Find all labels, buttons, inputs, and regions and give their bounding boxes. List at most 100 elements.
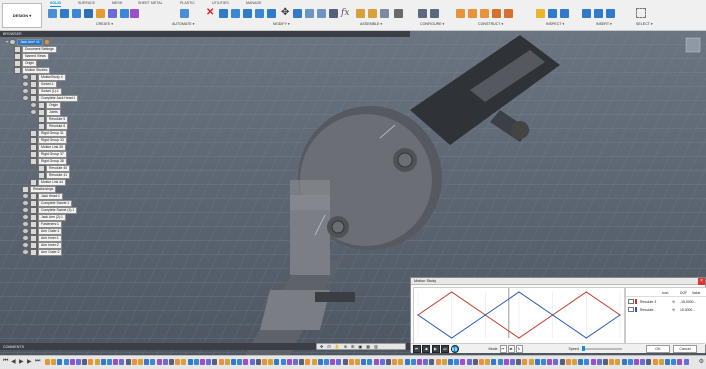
timeline-feature-icon[interactable] [603,359,608,365]
tree-node[interactable]: Rigid Group 37 [30,150,67,158]
timeline-feature-icon[interactable] [330,359,336,365]
expand-arrow-icon[interactable] [6,41,8,44]
timeline-feature-icon[interactable] [479,359,484,365]
timeline-feature-icon[interactable] [572,359,577,365]
insert-svg-icon[interactable] [606,9,615,18]
tab-solid[interactable]: SOLID [50,0,61,7]
timeline-feature-icon[interactable] [454,359,460,365]
timeline-feature-icon[interactable] [404,359,410,365]
timeline-feature-icon[interactable] [528,359,534,365]
mode-loop-button[interactable]: ↻ [515,344,523,353]
timeline-feature-icon[interactable] [547,359,553,365]
timeline-feature-icon[interactable] [51,359,57,365]
timeline-feature-icon[interactable] [423,359,429,365]
configure-table-icon[interactable] [418,9,427,18]
timeline-feature-icon[interactable] [175,359,181,365]
group-insert[interactable]: INSERT ▾ [596,22,612,28]
timeline-feature-icon[interactable] [379,359,385,365]
assemble-icon[interactable] [380,9,389,18]
zoom-icon[interactable]: ⊕ [344,344,347,349]
mode-repeat-button[interactable]: ⇄ [507,344,515,353]
browser-header[interactable]: BROWSER [0,31,410,37]
timeline-feature-icon[interactable] [342,359,348,365]
tree-node[interactable]: Swivel (1):1 [22,87,62,95]
timeline-end-icon[interactable]: ⏭ [35,358,40,365]
timeline-feature-icon[interactable] [448,359,453,365]
chamfer-icon[interactable] [243,9,252,18]
tree-node[interactable]: Arm Inner:1 [22,234,62,242]
timeline-feature-icon[interactable] [131,359,137,365]
timeline-feature-icon[interactable] [410,359,416,365]
select-icon[interactable] [636,8,646,18]
timeline-feature-icon[interactable] [193,359,199,365]
timeline-feature-icon[interactable] [100,359,106,365]
joint-icon[interactable] [356,9,365,18]
visibility-icon[interactable] [22,88,29,95]
tree-node[interactable]: Complete Swivel (1):1 [22,206,78,214]
timeline-feature-icon[interactable] [69,359,75,365]
timeline-feature-icon[interactable] [243,359,249,365]
orbit-icon[interactable]: ✥ [320,344,323,349]
timeline-feature-icon[interactable] [336,359,342,365]
timeline-feature-icon[interactable] [516,359,522,365]
tree-node[interactable]: Motion Link 44 [30,178,67,186]
timeline-feature-icon[interactable] [57,359,63,365]
timeline-feature-icon[interactable] [249,359,255,365]
tree-node[interactable]: Motion Link 35 [30,143,67,151]
tree-node[interactable]: Fasteners:1 [22,220,62,228]
timeline-feature-icon[interactable] [658,359,664,365]
split-icon[interactable] [305,9,314,18]
timeline-feature-icon[interactable] [491,359,497,365]
timeline-feature-icon[interactable] [45,359,50,365]
visibility-icon[interactable] [22,221,29,228]
timeline-feature-icon[interactable] [293,359,298,365]
timeline-feature-icon[interactable] [497,359,503,365]
interference-icon[interactable] [548,9,557,18]
visibility-icon[interactable] [22,193,29,200]
visibility-icon[interactable] [30,109,37,116]
press-pull-icon[interactable] [219,9,228,18]
fillet-icon[interactable] [231,9,240,18]
timeline-feature-icon[interactable] [82,359,88,365]
visibility-icon[interactable] [22,235,29,242]
timeline-feature-icon[interactable] [94,359,100,365]
tree-node[interactable]: Relationships [22,185,57,193]
tree-node[interactable]: Document Settings [14,45,57,53]
timeline-feature-icon[interactable] [119,359,125,365]
align-icon[interactable] [293,9,302,18]
point-icon[interactable] [504,9,513,18]
tab-plastic[interactable]: PLASTIC [180,0,195,6]
pause-icon[interactable]: ❚❚ [450,344,459,353]
group-select[interactable]: SELECT ▾ [636,22,653,28]
timeline-feature-icon[interactable] [510,359,515,365]
timeline-feature-icon[interactable] [590,359,596,365]
plane-at-angle-icon[interactable] [468,9,477,18]
timeline-feature-icon[interactable] [559,359,565,365]
timeline-feature-icon[interactable] [466,359,472,365]
timeline-feature-icon[interactable] [565,359,571,365]
timeline-feature-icon[interactable] [138,359,143,365]
tree-node[interactable]: Revolute 6 [38,122,69,130]
timeline-feature-icon[interactable] [621,359,627,365]
tree-node[interactable]: Arm Outer:1 [22,227,63,235]
group-configure[interactable]: CONFIGURE ▾ [420,22,444,28]
activate-icon[interactable] [44,40,49,45]
speed-slider-handle[interactable] [581,346,585,351]
physical-material-icon[interactable] [329,9,338,18]
tree-node[interactable]: Rigid Group 33 [30,136,67,144]
motion-study-title[interactable]: Motion Study [411,278,705,285]
mirror-icon[interactable] [130,9,139,18]
timeline-feature-icon[interactable] [435,359,441,365]
timeline-feature-icon[interactable] [348,359,354,365]
axis-icon[interactable] [492,9,501,18]
timeline-feature-icon[interactable] [596,359,602,365]
group-modify[interactable]: MODIFY ▾ [273,22,290,28]
visibility-icon[interactable] [22,228,29,235]
timeline-feature-icon[interactable] [144,359,150,365]
shell-icon[interactable] [255,9,264,18]
midplane-icon[interactable] [480,9,489,18]
timeline-feature-icon[interactable] [311,359,317,365]
new-sketch-icon[interactable] [48,9,57,18]
display-settings-icon[interactable]: ▣ [358,344,362,349]
tree-node[interactable]: Joints [30,108,61,116]
